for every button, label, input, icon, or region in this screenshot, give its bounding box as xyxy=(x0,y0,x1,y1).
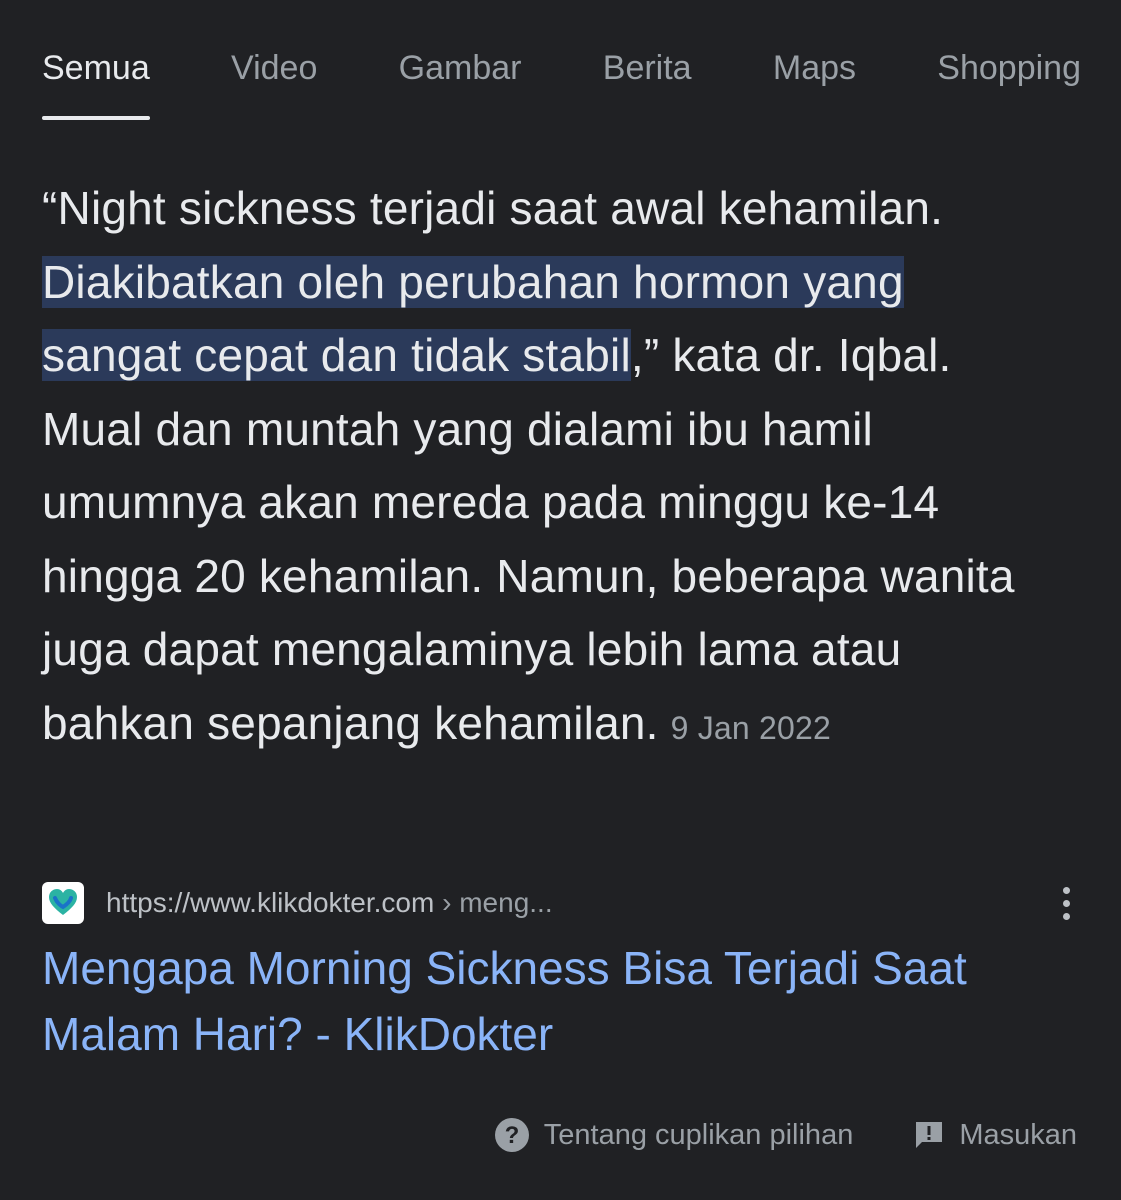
url-domain: https://www.klikdokter.com xyxy=(106,887,435,918)
tab-shopping[interactable]: Shopping xyxy=(937,42,1081,108)
search-results-page: Semua Video Gambar Berita Maps Shopping … xyxy=(0,0,1121,1200)
result-url[interactable]: https://www.klikdokter.com › meng... xyxy=(106,887,553,919)
feedback-label: Masukan xyxy=(959,1118,1077,1151)
tab-label: Video xyxy=(231,49,318,87)
search-tabs: Semua Video Gambar Berita Maps Shopping xyxy=(42,42,1081,120)
tab-berita[interactable]: Berita xyxy=(603,42,692,108)
tab-video[interactable]: Video xyxy=(231,42,317,108)
featured-snippet: “Night sickness terjadi saat awal kehami… xyxy=(42,172,1052,765)
tab-label: Gambar xyxy=(398,49,522,87)
tab-label: Shopping xyxy=(937,49,1081,87)
snippet-text-after: ,” kata dr. Iqbal. Mual dan muntah yang … xyxy=(42,329,1015,749)
tab-label: Maps xyxy=(772,49,857,87)
active-tab-indicator xyxy=(42,116,150,120)
dot xyxy=(1062,912,1070,920)
klikdokter-heart-icon xyxy=(42,882,84,924)
tab-semua[interactable]: Semua xyxy=(42,42,150,120)
dot xyxy=(1062,899,1070,907)
about-featured-snippets-button[interactable]: ? Tentang cuplikan pilihan xyxy=(494,1117,854,1153)
feedback-button[interactable]: Masukan xyxy=(913,1119,1077,1152)
url-breadcrumb: › meng... xyxy=(434,887,553,918)
result-source[interactable]: https://www.klikdokter.com › meng... xyxy=(42,880,1081,926)
more-options-icon[interactable] xyxy=(1051,880,1081,926)
tab-gambar[interactable]: Gambar xyxy=(399,42,522,108)
svg-text:?: ? xyxy=(504,1122,519,1149)
dot xyxy=(1062,886,1070,894)
help-circle-icon: ? xyxy=(494,1118,529,1152)
tab-label: Semua xyxy=(42,49,150,87)
snippet-footer: ? Tentang cuplikan pilihan Masukan xyxy=(494,1112,1077,1158)
result-title-link[interactable]: Mengapa Morning Sickness Bisa Terjadi Sa… xyxy=(42,935,1072,1067)
feedback-icon xyxy=(916,1122,943,1148)
about-featured-snippets-label: Tentang cuplikan pilihan xyxy=(543,1118,854,1151)
snippet-text-before: “Night sickness terjadi saat awal kehami… xyxy=(42,182,944,234)
tab-maps[interactable]: Maps xyxy=(773,42,856,108)
snippet-date: 9 Jan 2022 xyxy=(670,709,831,746)
tab-label: Berita xyxy=(602,49,692,87)
